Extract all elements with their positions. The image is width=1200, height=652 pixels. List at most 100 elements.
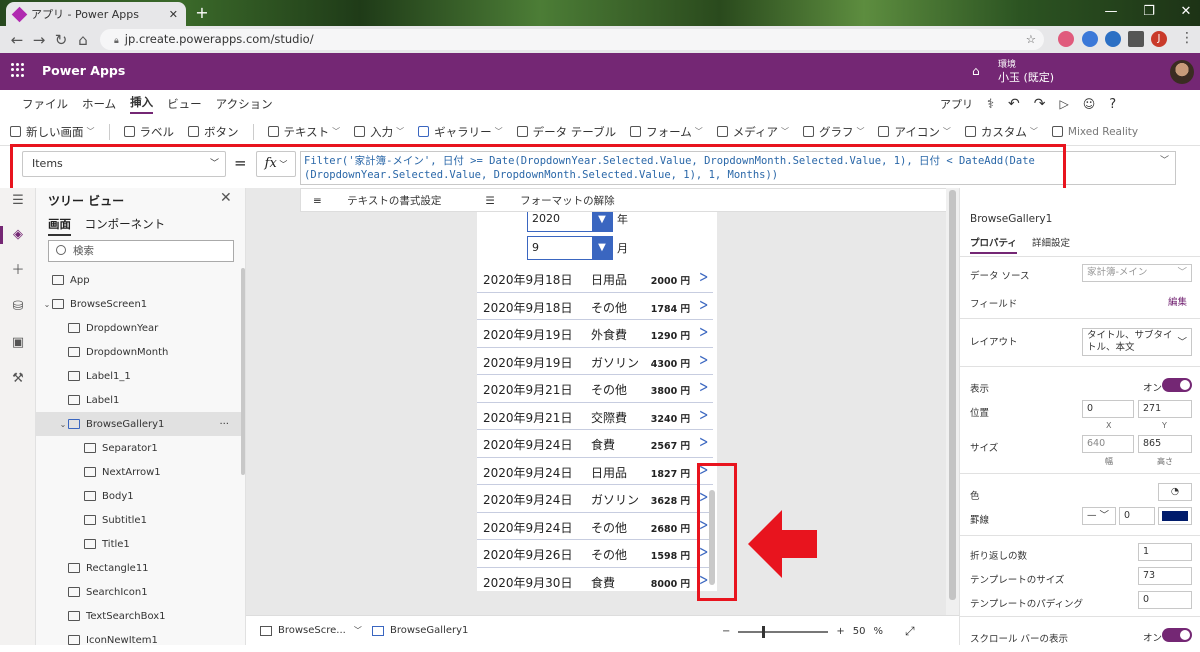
browser-tab[interactable]: アプリ - Power Apps ✕ bbox=[6, 2, 186, 26]
app-launcher-icon[interactable] bbox=[11, 63, 25, 77]
star-icon[interactable]: ☆ bbox=[1026, 29, 1036, 50]
tree-item[interactable]: Label1_1 bbox=[36, 364, 243, 388]
menu-view[interactable]: ビュー bbox=[167, 96, 202, 112]
tree-item[interactable]: Separator1 bbox=[36, 436, 243, 460]
more-options-icon[interactable]: ··· bbox=[219, 419, 229, 430]
tree-item[interactable]: IconNewItem1 bbox=[36, 628, 243, 652]
scrollbar-thumb[interactable] bbox=[949, 190, 956, 600]
tools-icon[interactable]: ⚒ bbox=[11, 372, 25, 386]
gallery-row[interactable]: 2020年9月24日 日用品 1827 円 > bbox=[477, 458, 713, 485]
gallery-row[interactable]: 2020年9月21日 その他 3800 円 > bbox=[477, 375, 713, 403]
forward-icon[interactable]: → bbox=[28, 31, 50, 49]
tree-item[interactable]: App bbox=[36, 268, 243, 292]
custom-button[interactable]: カスタム ﹀ bbox=[964, 124, 1038, 140]
data-table-button[interactable]: データ テーブル bbox=[516, 124, 616, 140]
next-arrow-icon[interactable]: > bbox=[699, 322, 708, 341]
zoom-out-button[interactable]: − bbox=[722, 626, 730, 637]
expand-caret-icon[interactable]: ⌄ bbox=[58, 420, 68, 429]
avatar[interactable] bbox=[1170, 60, 1194, 84]
fields-edit-link[interactable]: 編集 bbox=[1168, 294, 1187, 308]
database-icon[interactable]: ⛁ bbox=[11, 300, 25, 314]
reload-icon[interactable]: ↻ bbox=[50, 31, 72, 49]
visible-toggle[interactable] bbox=[1162, 378, 1192, 392]
next-arrow-icon[interactable]: > bbox=[699, 432, 708, 451]
tab-properties[interactable]: プロパティ bbox=[970, 235, 1017, 254]
gallery-row[interactable]: 2020年9月19日 ガソリン 4300 円 > bbox=[477, 348, 713, 375]
hamburger-icon[interactable]: ☰ bbox=[11, 194, 25, 208]
border-style-dropdown[interactable]: — ﹀ bbox=[1082, 507, 1116, 525]
gallery-row[interactable]: 2020年9月24日 その他 2680 円 > bbox=[477, 513, 713, 540]
close-icon[interactable]: ✕ bbox=[220, 190, 232, 206]
extension-icon[interactable] bbox=[1058, 31, 1074, 47]
url-input[interactable]: 🔒︎ jp.create.powerapps.com/studio/ ☆ bbox=[100, 29, 1044, 50]
tree-item[interactable]: Label1 bbox=[36, 388, 243, 412]
next-arrow-icon[interactable]: > bbox=[699, 295, 708, 314]
next-arrow-icon[interactable]: > bbox=[699, 405, 708, 424]
zoom-slider[interactable] bbox=[738, 625, 829, 638]
dropdown-month[interactable]: 9 ▼ bbox=[527, 236, 613, 260]
gallery-row[interactable]: 2020年9月30日 食費 8000 円 > bbox=[477, 568, 713, 592]
layers-icon[interactable]: ◈ bbox=[11, 228, 25, 242]
gallery-row[interactable]: 2020年9月18日 その他 1784 円 > bbox=[477, 293, 713, 320]
gallery-row[interactable]: 2020年9月26日 その他 1598 円 > bbox=[477, 540, 713, 568]
gallery-row[interactable]: 2020年9月24日 ガソリン 3628 円 > bbox=[477, 485, 713, 513]
clear-format-button[interactable]: ☰ フォーマットの解除 bbox=[485, 193, 636, 208]
wrap-count-input[interactable]: 1 bbox=[1138, 543, 1192, 561]
tab-screens[interactable]: 画面 bbox=[48, 217, 71, 236]
tree-item[interactable]: Body1 bbox=[36, 484, 243, 508]
position-x-input[interactable]: 0 bbox=[1082, 400, 1134, 418]
environment-name[interactable]: 小玉 (既定) bbox=[998, 69, 1054, 85]
app-screen-preview[interactable]: 2020 ▼ 年 9 ▼ 月 2020年9月18日 日用品 2000 円 >2020年9月… bbox=[477, 212, 717, 591]
undo-icon[interactable]: ↶ bbox=[1008, 96, 1020, 112]
icons-button[interactable]: アイコン ﹀ bbox=[878, 124, 951, 140]
tree-item[interactable]: ⌄ BrowseScreen1 bbox=[36, 292, 243, 316]
menu-file[interactable]: ファイル bbox=[22, 96, 68, 112]
gallery-button[interactable]: ギャラリー ﹀ bbox=[418, 124, 503, 140]
zoom-in-button[interactable]: + bbox=[836, 626, 844, 637]
app-checker-icon[interactable]: ⚕ bbox=[987, 97, 994, 112]
media-icon[interactable]: ▣ bbox=[11, 336, 25, 350]
input-button[interactable]: 入力 ﹀ bbox=[354, 124, 404, 140]
tree-item[interactable]: NextArrow1 bbox=[36, 460, 243, 484]
tree-search-input[interactable]: 検索 bbox=[48, 240, 234, 262]
menu-home[interactable]: ホーム bbox=[82, 96, 116, 112]
border-color-picker[interactable] bbox=[1158, 507, 1192, 525]
template-padding-input[interactable]: 0 bbox=[1138, 591, 1192, 609]
tree-item[interactable]: DropdownMonth bbox=[36, 340, 243, 364]
next-arrow-icon[interactable]: > bbox=[699, 377, 708, 396]
preview-play-icon[interactable]: ▷ bbox=[1060, 97, 1069, 111]
tree-item[interactable]: Title1 bbox=[36, 532, 243, 556]
position-y-input[interactable]: 271 bbox=[1138, 400, 1192, 418]
fill-color-picker[interactable]: ◔ bbox=[1158, 483, 1192, 501]
back-icon[interactable]: ← bbox=[6, 31, 28, 49]
kebab-menu-icon[interactable]: ⋮ bbox=[1180, 30, 1194, 46]
redo-icon[interactable]: ↷ bbox=[1034, 96, 1046, 112]
tab-components[interactable]: コンポーネント bbox=[85, 217, 166, 231]
label-button[interactable]: ラベル bbox=[123, 124, 174, 140]
template-size-input[interactable]: 73 bbox=[1138, 567, 1192, 585]
gallery-breadcrumb[interactable]: BrowseGallery1 bbox=[372, 625, 468, 636]
gallery-row[interactable]: 2020年9月21日 交際費 3240 円 > bbox=[477, 403, 713, 430]
extension-icon[interactable] bbox=[1105, 31, 1121, 47]
gallery-row[interactable]: 2020年9月19日 外食費 1290 円 > bbox=[477, 320, 713, 348]
tree-item[interactable]: SearchIcon1 bbox=[36, 580, 243, 604]
width-input[interactable]: 640 bbox=[1082, 435, 1134, 453]
fullscreen-icon[interactable]: ⤢ bbox=[905, 624, 915, 639]
app-label[interactable]: アプリ bbox=[940, 96, 973, 112]
profile-icon[interactable]: J bbox=[1151, 31, 1167, 47]
tree-scrollbar[interactable] bbox=[241, 268, 245, 475]
browse-gallery[interactable]: 2020年9月18日 日用品 2000 円 >2020年9月18日 その他 1784 円 >… bbox=[477, 265, 713, 591]
home-icon[interactable]: ⌂ bbox=[72, 31, 94, 49]
forms-button[interactable]: フォーム ﹀ bbox=[630, 124, 703, 140]
tab-advanced[interactable]: 詳細設定 bbox=[1032, 235, 1070, 249]
gallery-row[interactable]: 2020年9月24日 食費 2567 円 > bbox=[477, 430, 713, 458]
new-tab-button[interactable]: + bbox=[193, 4, 211, 22]
menu-insert[interactable]: 挿入 bbox=[130, 94, 154, 114]
puzzle-icon[interactable] bbox=[1128, 31, 1144, 47]
media-button[interactable]: メディア ﹀ bbox=[716, 124, 789, 140]
plus-icon[interactable]: ＋ bbox=[11, 264, 25, 278]
height-input[interactable]: 865 bbox=[1138, 435, 1192, 453]
mixed-reality-button[interactable]: Mixed Reality bbox=[1051, 126, 1138, 138]
menu-action[interactable]: アクション bbox=[216, 96, 273, 112]
dropdown-year[interactable]: 2020 ▼ bbox=[527, 212, 613, 232]
